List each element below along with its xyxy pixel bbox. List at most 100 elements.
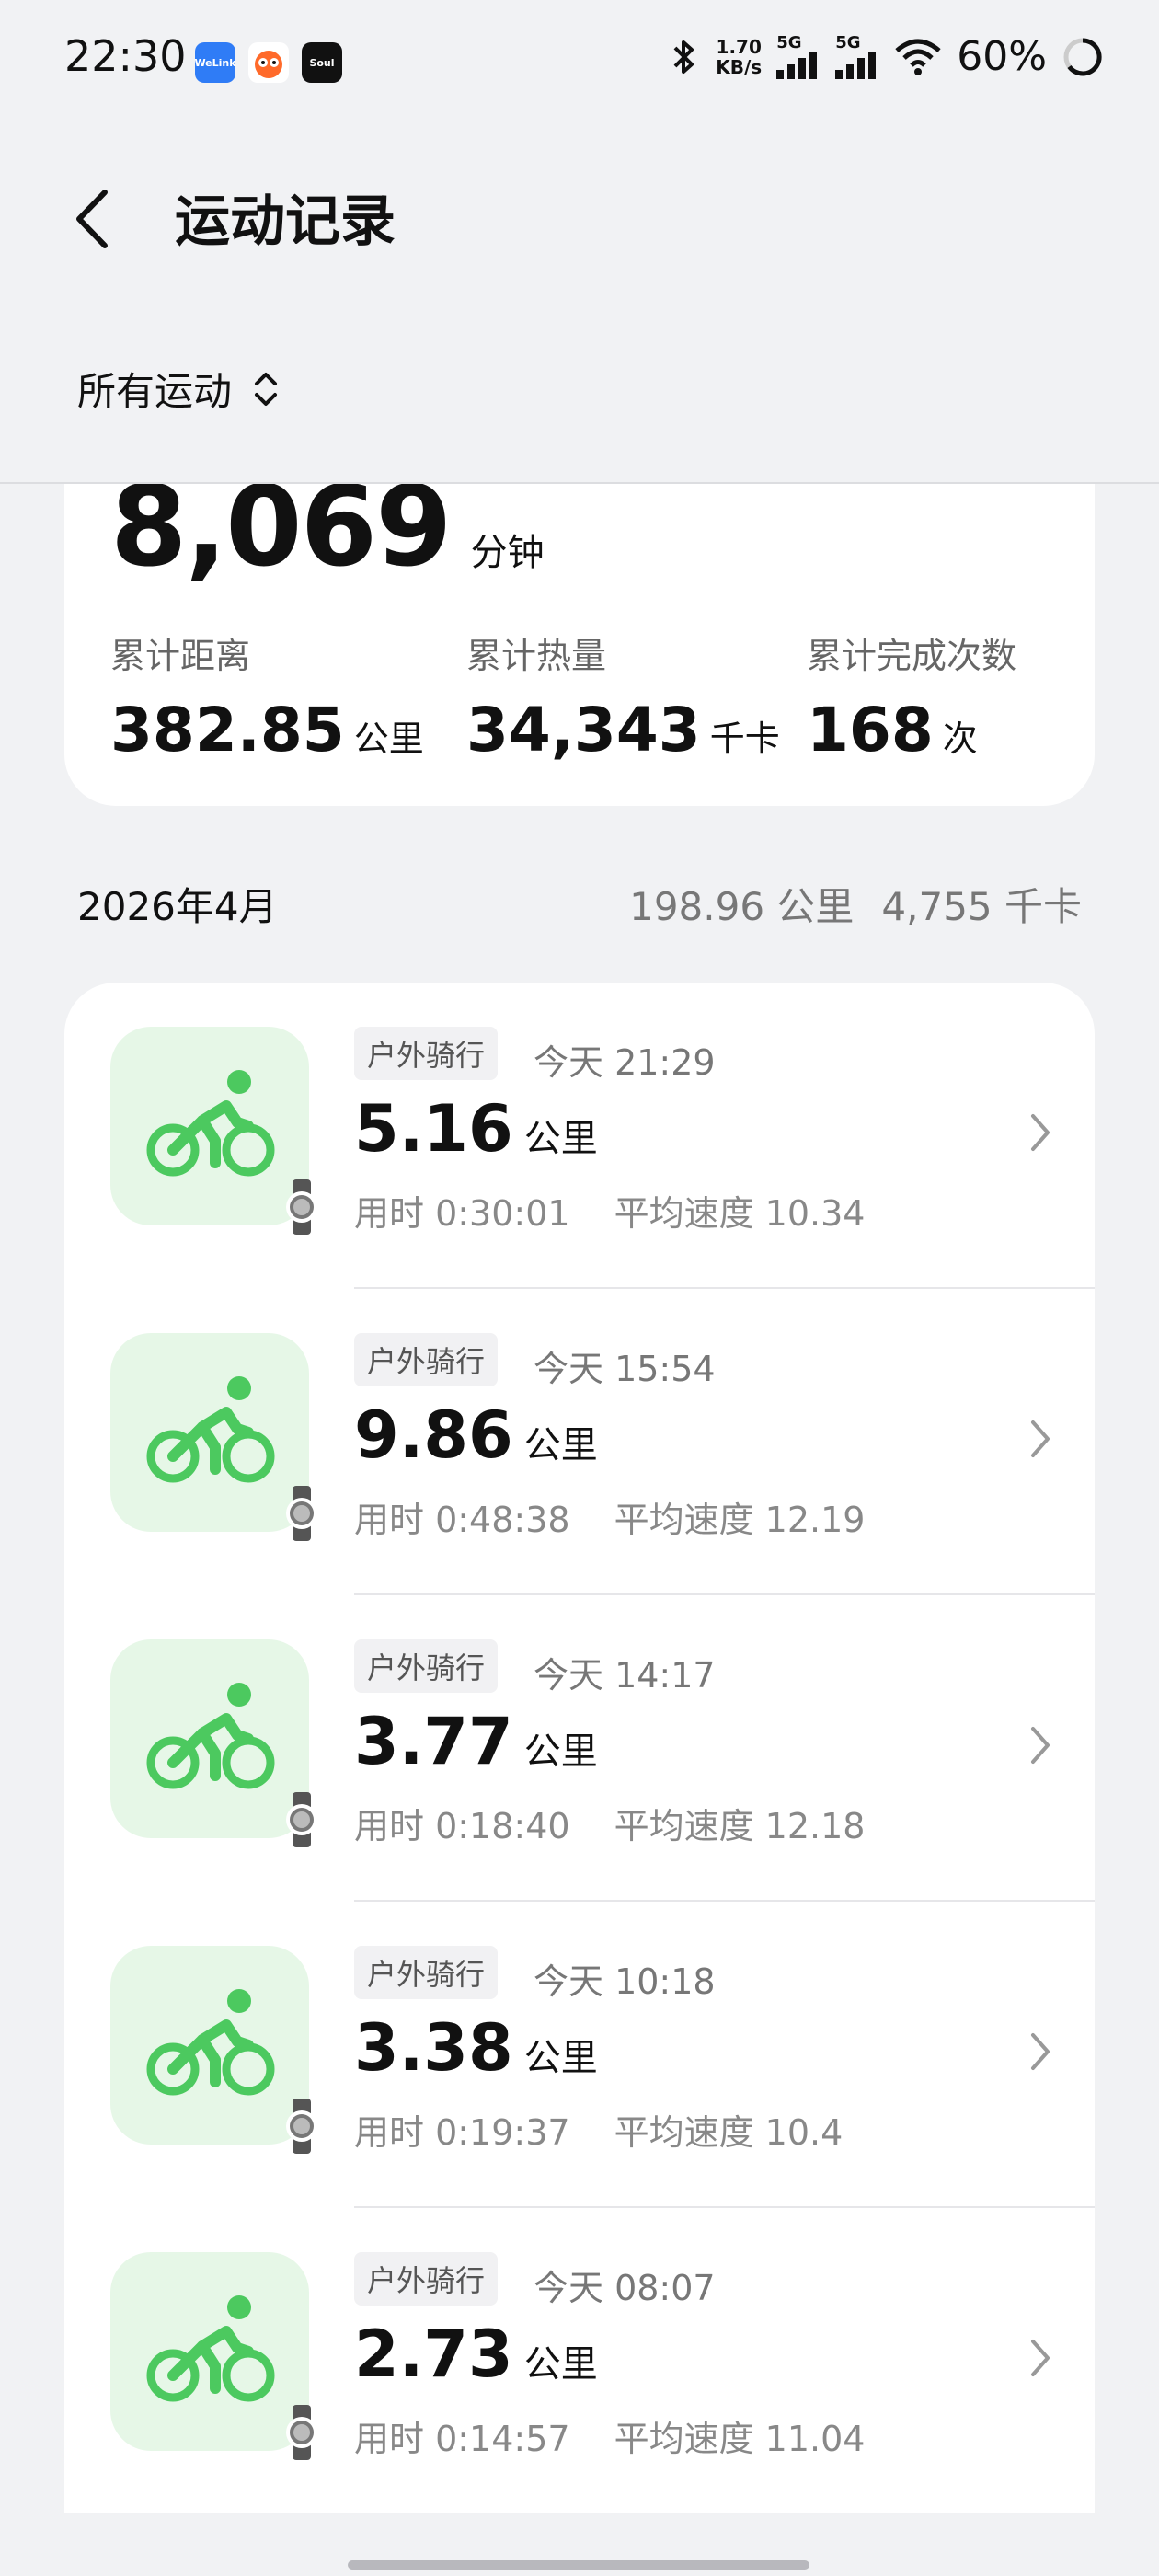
stat-unit: 千卡 xyxy=(709,719,780,759)
record-avg-speed: 平均速度 10.34 xyxy=(614,1193,866,1234)
sport-type-tag: 户外骑行 xyxy=(354,2252,499,2306)
record-item[interactable]: 户外骑行 今天 08:07 2.73 公里 用时 0:14:57 平均速度 11… xyxy=(64,2208,1095,2513)
cycling-icon xyxy=(110,1333,317,1541)
status-time: 22:30 xyxy=(64,31,187,81)
record-detail: 用时 0:18:40 平均速度 12.18 xyxy=(354,1798,865,1848)
total-minutes-value: 8,069 xyxy=(110,484,453,592)
record-time: 今天 10:18 xyxy=(534,1961,716,2002)
soul-icon-label: Soul xyxy=(309,56,335,69)
record-duration: 用时 0:48:38 xyxy=(354,1500,570,1540)
chevron-right-icon xyxy=(1031,1114,1050,1151)
distance-value: 3.38 xyxy=(354,2010,513,2086)
welink-icon-label: WeLink xyxy=(194,56,236,69)
watch-icon xyxy=(286,1179,317,1235)
record-detail: 用时 0:48:38 平均速度 12.19 xyxy=(354,1491,865,1542)
chevron-right-icon xyxy=(1031,1727,1050,1764)
stat-total-distance: 累计距离 382.85 公里 xyxy=(110,627,424,765)
soul-icon: Soul xyxy=(302,42,342,83)
stat-value: 382.85 xyxy=(110,695,345,765)
chevron-right-icon xyxy=(1031,1420,1050,1457)
record-distance: 2.73 公里 xyxy=(354,2317,598,2392)
watch-icon xyxy=(286,1792,317,1847)
wifi-icon xyxy=(895,39,941,75)
record-detail: 用时 0:19:37 平均速度 10.4 xyxy=(354,2104,843,2155)
record-avg-speed: 平均速度 12.19 xyxy=(614,1500,866,1540)
sport-type-filter[interactable]: 所有运动 xyxy=(77,361,280,417)
stat-unit: 公里 xyxy=(353,719,424,759)
month-calories: 4,755 千卡 xyxy=(881,884,1082,929)
welink-icon: WeLink xyxy=(194,42,236,83)
cycling-icon xyxy=(110,1946,317,2154)
record-item[interactable]: 户外骑行 今天 14:17 3.77 公里 用时 0:18:40 平均速度 12… xyxy=(64,1595,1095,1902)
cycling-icon xyxy=(110,1639,317,1847)
record-avg-speed: 平均速度 11.04 xyxy=(614,2419,866,2459)
record-item[interactable]: 户外骑行 今天 15:54 9.86 公里 用时 0:48:38 平均速度 12… xyxy=(64,1289,1095,1595)
distance-unit: 公里 xyxy=(523,2343,598,2386)
distance-unit: 公里 xyxy=(523,1424,598,1466)
chevron-right-icon xyxy=(1031,2033,1050,2070)
record-duration: 用时 0:30:01 xyxy=(354,1193,570,1234)
home-indicator[interactable] xyxy=(348,2560,809,2570)
record-item[interactable]: 户外骑行 今天 10:18 3.38 公里 用时 0:19:37 平均速度 10… xyxy=(64,1902,1095,2208)
month-header: 2026年4月 198.96 公里 4,755 千卡 xyxy=(77,876,1082,932)
distance-unit: 公里 xyxy=(523,2037,598,2079)
sport-type-tag: 户外骑行 xyxy=(354,1639,499,1693)
stat-total-calories: 累计热量 34,343 千卡 xyxy=(466,627,780,765)
watch-icon xyxy=(286,2405,317,2460)
back-button[interactable] xyxy=(64,182,120,256)
record-time: 今天 14:17 xyxy=(534,1655,716,1696)
distance-value: 5.16 xyxy=(354,1091,513,1167)
chevron-left-icon xyxy=(76,190,108,248)
stat-total-count: 累计完成次数 168 次 xyxy=(807,627,1016,765)
sim2-label: 5G xyxy=(835,32,861,52)
record-distance: 9.86 公里 xyxy=(354,1397,598,1473)
status-bar: 22:30 WeLink Soul 1.70 KB/s 5G 5G 60% xyxy=(0,0,1159,129)
record-avg-speed: 平均速度 10.4 xyxy=(614,2112,843,2153)
net-speed-value: 1.70 xyxy=(716,35,762,58)
record-duration: 用时 0:18:40 xyxy=(354,1806,570,1846)
fox-app-icon xyxy=(248,42,289,83)
signal-bars-icon xyxy=(835,51,877,79)
sim2-signal: 5G xyxy=(835,32,879,79)
record-avg-speed: 平均速度 12.18 xyxy=(614,1806,866,1846)
stat-unit: 次 xyxy=(942,719,978,759)
distance-value: 3.77 xyxy=(354,1704,513,1779)
record-item[interactable]: 户外骑行 今天 21:29 5.16 公里 用时 0:30:01 平均速度 10… xyxy=(64,983,1095,1289)
total-minutes-unit: 分钟 xyxy=(470,532,545,574)
stat-label: 累计热量 xyxy=(466,636,607,676)
stat-label: 累计距离 xyxy=(110,636,251,676)
sport-type-tag: 户外骑行 xyxy=(354,1333,499,1386)
network-speed: 1.70 KB/s xyxy=(716,37,762,77)
chevron-right-icon xyxy=(1031,2340,1050,2376)
watch-icon xyxy=(286,2099,317,2154)
stat-label: 累计完成次数 xyxy=(807,636,1017,676)
stat-value: 168 xyxy=(807,695,934,765)
stat-value: 34,343 xyxy=(466,695,701,765)
record-distance: 3.38 公里 xyxy=(354,2010,598,2086)
signal-bars-icon xyxy=(776,51,818,79)
record-list: 户外骑行 今天 21:29 5.16 公里 用时 0:30:01 平均速度 10… xyxy=(64,983,1095,2513)
page-title: 运动记录 xyxy=(175,190,396,254)
battery-percent: 60% xyxy=(957,33,1047,80)
net-speed-unit: KB/s xyxy=(716,55,763,78)
total-minutes: 8,069 分钟 xyxy=(110,484,545,592)
distance-value: 2.73 xyxy=(354,2317,513,2392)
record-duration: 用时 0:14:57 xyxy=(354,2419,570,2459)
record-distance: 5.16 公里 xyxy=(354,1091,598,1167)
record-detail: 用时 0:14:57 平均速度 11.04 xyxy=(354,2410,865,2461)
notification-app-icons: WeLink Soul xyxy=(194,42,342,83)
distance-unit: 公里 xyxy=(523,1118,598,1160)
month-distance: 198.96 公里 xyxy=(629,884,855,929)
summary-card: 8,069 分钟 累计距离 382.85 公里 累计热量 34,343 千卡 累… xyxy=(64,484,1095,806)
month-label: 2026年4月 xyxy=(77,884,278,929)
month-totals: 198.96 公里 4,755 千卡 xyxy=(629,876,1082,932)
filter-label: 所有运动 xyxy=(77,369,233,414)
status-indicators: 1.70 KB/s 5G 5G 60% xyxy=(668,33,1104,80)
sport-type-tag: 户外骑行 xyxy=(354,1027,499,1080)
bluetooth-icon xyxy=(673,40,694,74)
cycling-icon xyxy=(110,2252,317,2460)
record-time: 今天 15:54 xyxy=(534,1349,716,1389)
record-detail: 用时 0:30:01 平均速度 10.34 xyxy=(354,1185,865,1236)
battery-ring-icon xyxy=(1063,37,1102,75)
sport-type-tag: 户外骑行 xyxy=(354,1946,499,1999)
